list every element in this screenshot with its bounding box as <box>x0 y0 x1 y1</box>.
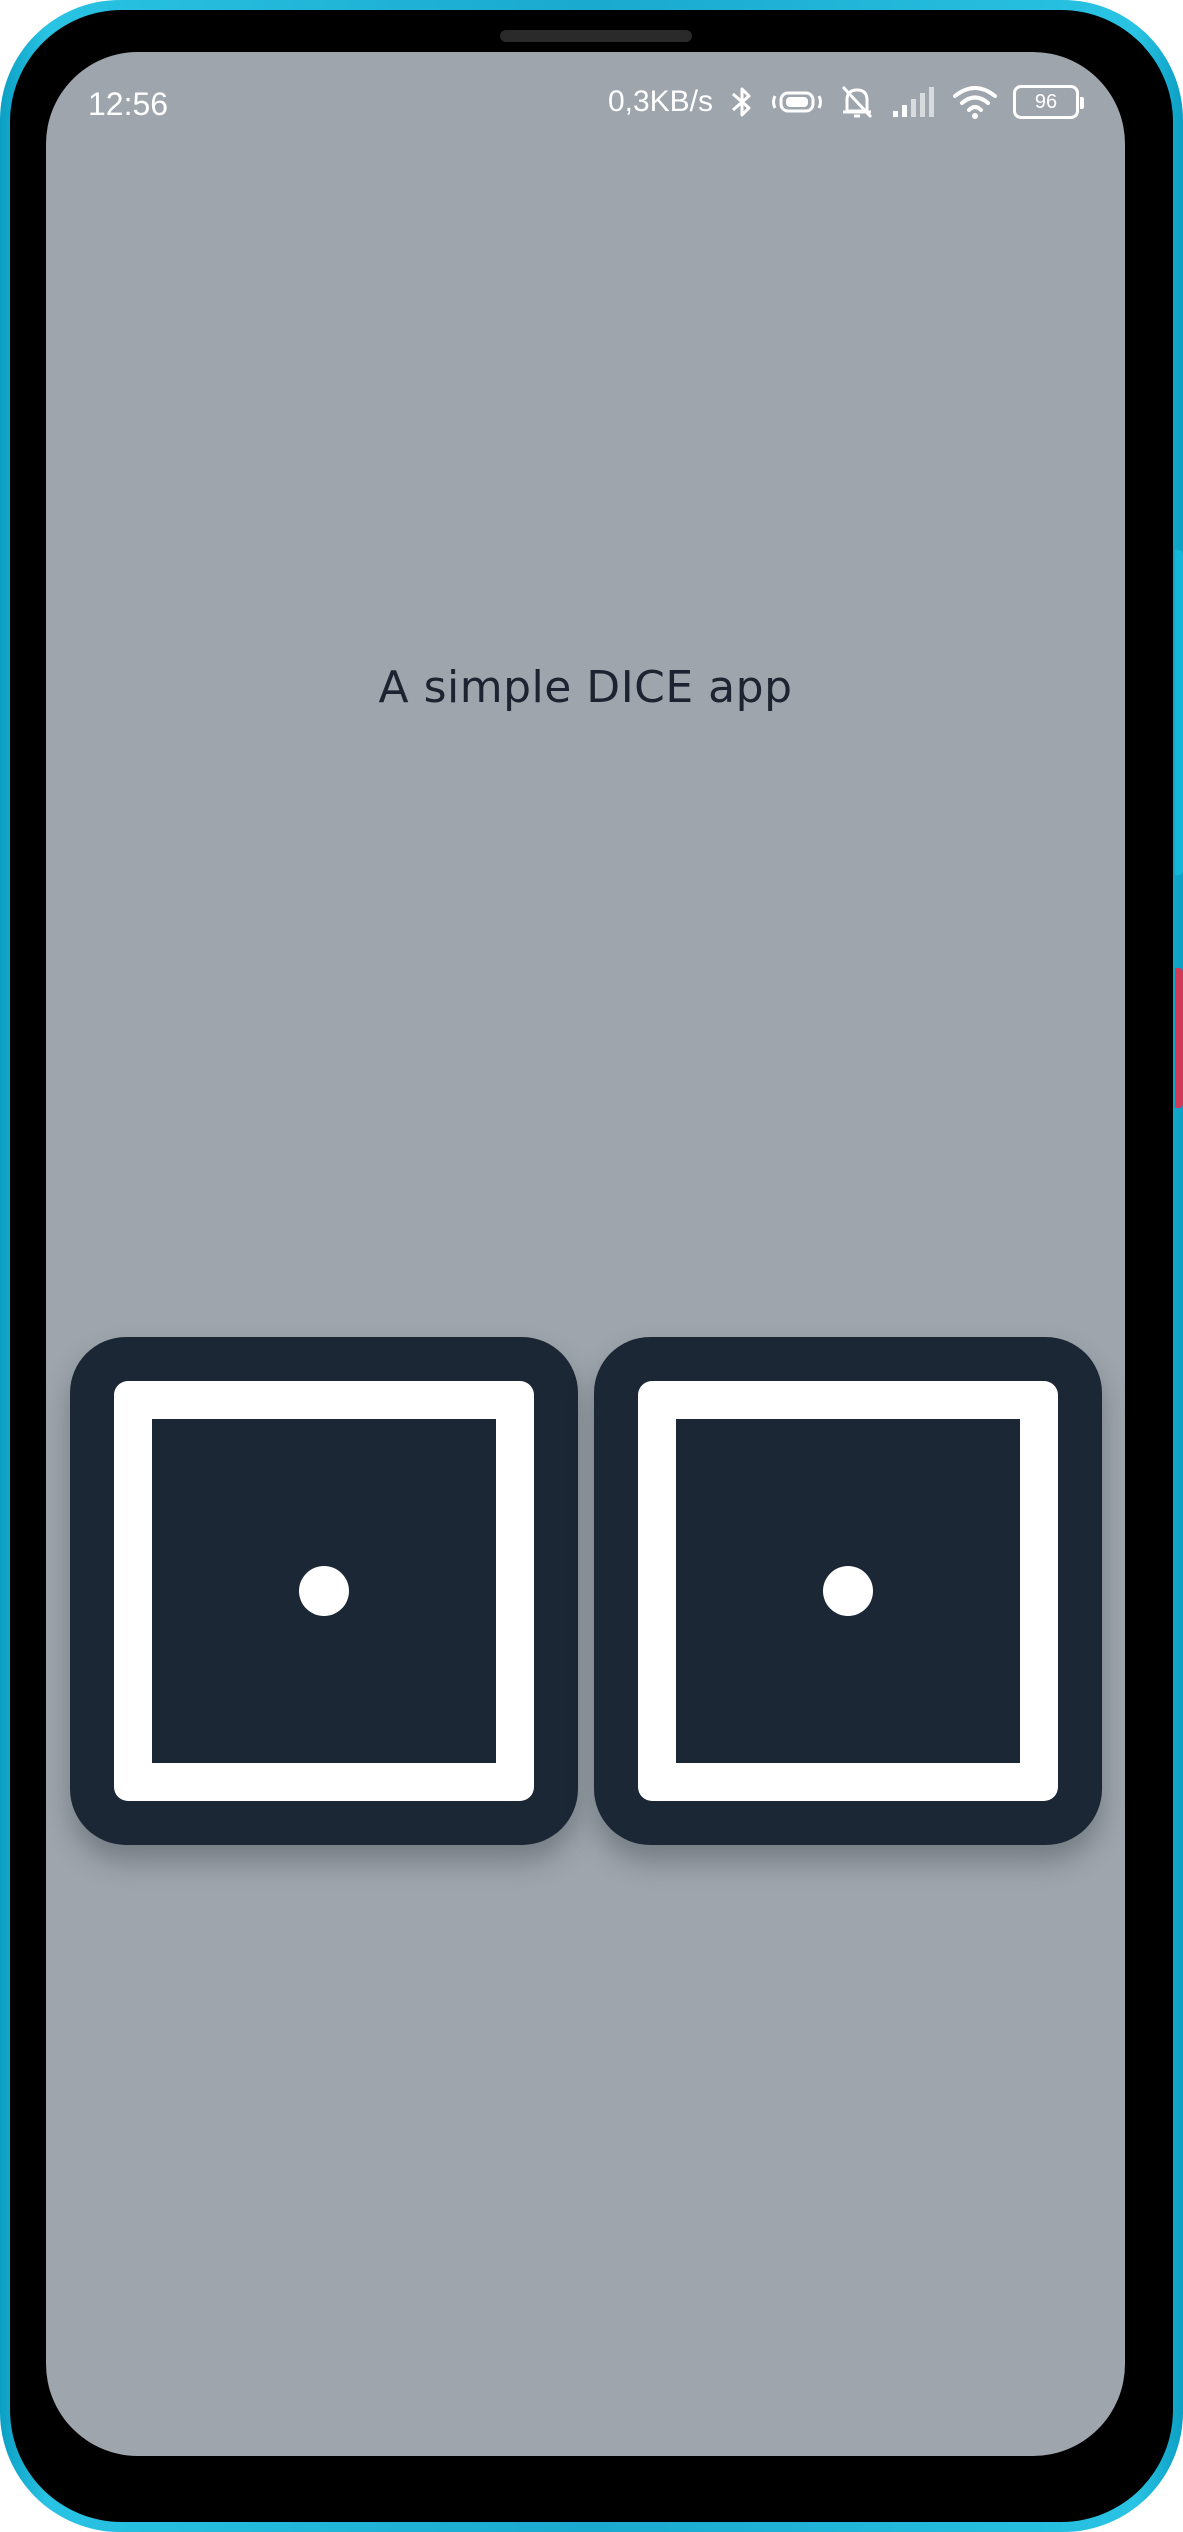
volume-button <box>1175 550 1183 875</box>
die-right-button[interactable] <box>594 1337 1102 1845</box>
wifi-icon <box>953 84 997 120</box>
die-pip <box>823 1566 873 1616</box>
power-button <box>1175 968 1183 1108</box>
die-pip <box>299 1566 349 1616</box>
dice-row <box>70 1337 1102 1845</box>
vibrate-icon <box>771 85 823 119</box>
battery-level: 96 <box>1034 90 1058 113</box>
signal-icon <box>891 85 937 119</box>
earpiece-speaker <box>500 30 692 42</box>
network-speed: 0,3KB/s <box>607 85 713 118</box>
screen: 12:56 0,3KB/s 96 A simple DICE app <box>46 52 1125 2456</box>
bluetooth-icon <box>729 84 755 120</box>
die-left-button[interactable] <box>70 1337 578 1845</box>
die-face-one-icon <box>638 1381 1058 1801</box>
status-icons: 0,3KB/s 96 <box>607 82 1084 122</box>
status-bar: 12:56 0,3KB/s 96 <box>46 52 1125 152</box>
die-face-one-icon <box>114 1381 534 1801</box>
phone-frame: 12:56 0,3KB/s 96 A simple DICE app <box>0 0 1183 2532</box>
app-title: A simple DICE app <box>378 662 793 713</box>
status-time: 12:56 <box>88 86 169 122</box>
battery-icon: 96 <box>1013 85 1084 119</box>
mute-icon <box>839 83 875 121</box>
